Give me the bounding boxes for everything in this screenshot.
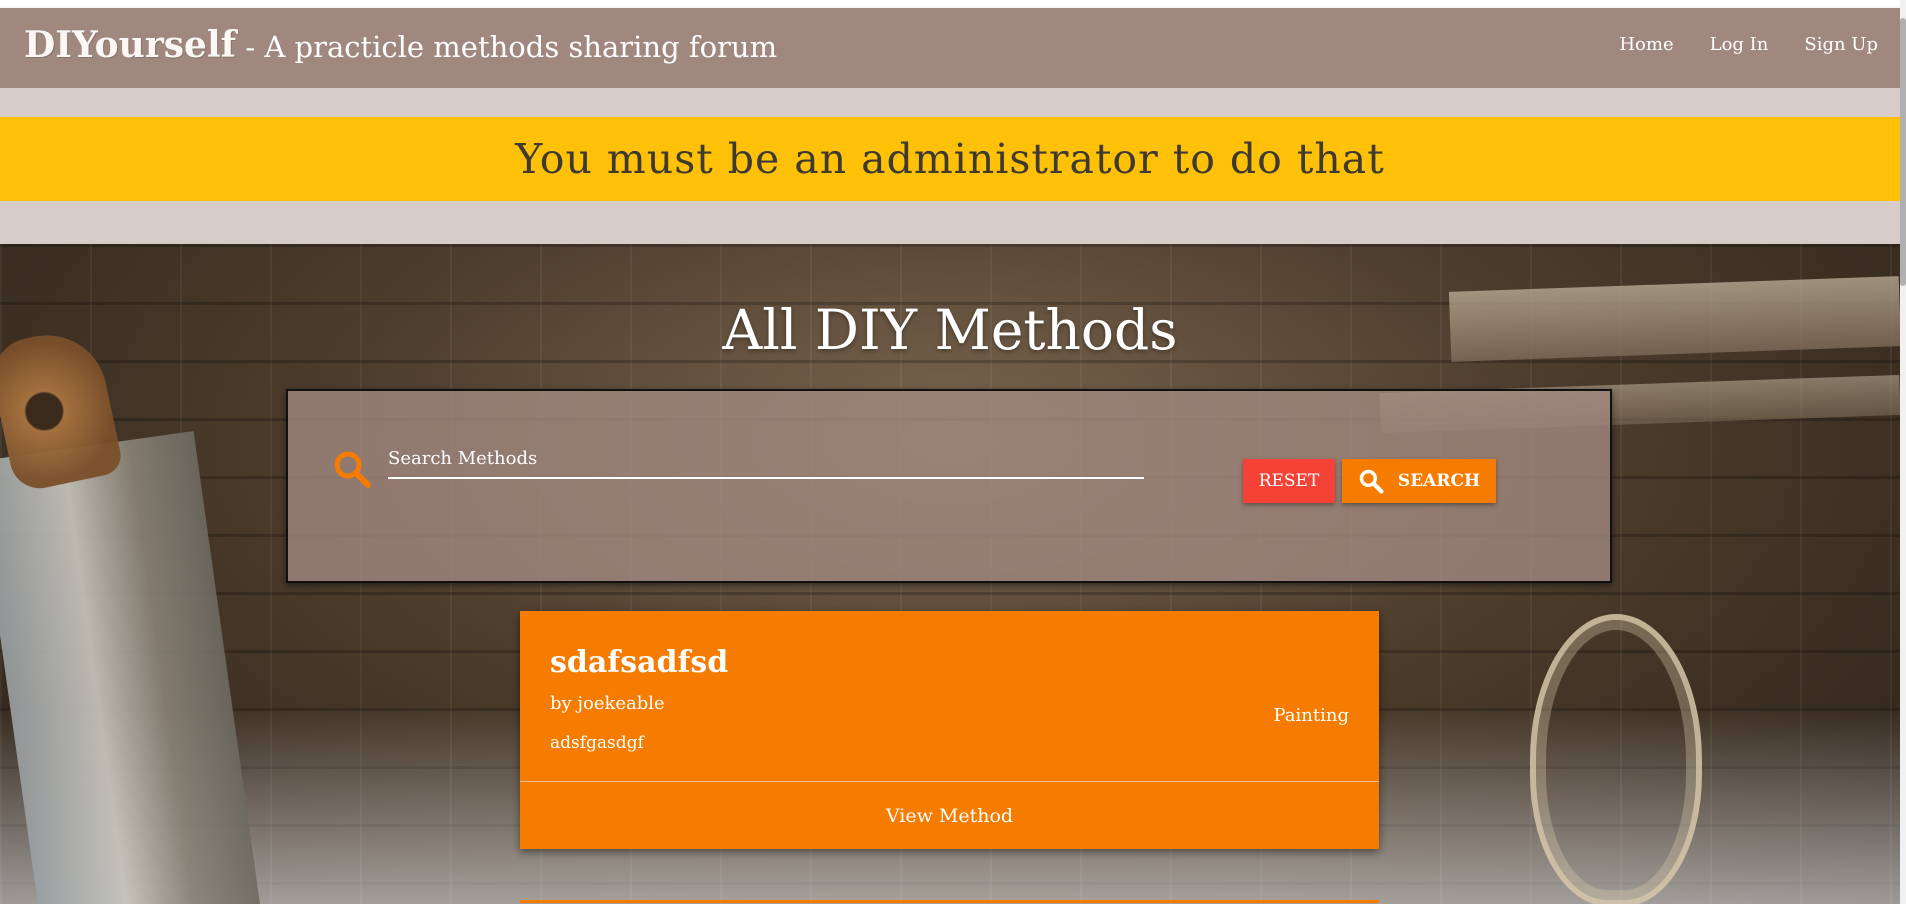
search-input[interactable] bbox=[388, 439, 1144, 479]
method-description: adsfgasdgf bbox=[550, 733, 644, 753]
top-strip bbox=[0, 0, 1906, 8]
search-icon bbox=[332, 449, 372, 489]
nav-link-home[interactable]: Home bbox=[1601, 34, 1691, 55]
flash-message: You must be an administrator to do that bbox=[515, 135, 1385, 183]
navbar: DIYourself - A practicle methods sharing… bbox=[0, 8, 1900, 88]
method-author: by joekeable bbox=[550, 693, 665, 714]
next-card-edge bbox=[520, 900, 1379, 904]
nav-links: Home Log In Sign Up bbox=[1601, 34, 1896, 55]
scrollbar[interactable] bbox=[1900, 0, 1906, 904]
background-saw-blade bbox=[0, 431, 261, 904]
method-card: sdafsadfsd by joekeable adsfgasdgf Paint… bbox=[520, 611, 1379, 849]
search-button-icon bbox=[1359, 469, 1384, 494]
method-title: sdafsadfsd bbox=[550, 645, 729, 680]
background-rope bbox=[1530, 614, 1702, 904]
search-button[interactable]: SEARCH bbox=[1342, 459, 1496, 503]
method-category: Painting bbox=[1273, 705, 1350, 726]
search-button-label: SEARCH bbox=[1397, 471, 1481, 491]
flash-alert: You must be an administrator to do that bbox=[0, 117, 1900, 201]
scrollbar-thumb[interactable] bbox=[1900, 18, 1906, 286]
nav-link-signup[interactable]: Sign Up bbox=[1786, 34, 1896, 55]
brand-tagline: - A practicle methods sharing forum bbox=[236, 30, 778, 64]
search-panel: RESET SEARCH bbox=[286, 389, 1612, 583]
brand[interactable]: DIYourself - A practicle methods sharing… bbox=[24, 24, 777, 66]
view-method-link[interactable]: View Method bbox=[520, 782, 1379, 849]
reset-button[interactable]: RESET bbox=[1243, 459, 1335, 503]
flash-area: You must be an administrator to do that bbox=[0, 88, 1900, 244]
hero-section: All DIY Methods RESET SEARCH sdafsadfsd … bbox=[0, 244, 1900, 904]
nav-link-login[interactable]: Log In bbox=[1692, 34, 1787, 55]
brand-logo[interactable]: DIYourself bbox=[24, 24, 236, 66]
page-title: All DIY Methods bbox=[722, 298, 1178, 362]
